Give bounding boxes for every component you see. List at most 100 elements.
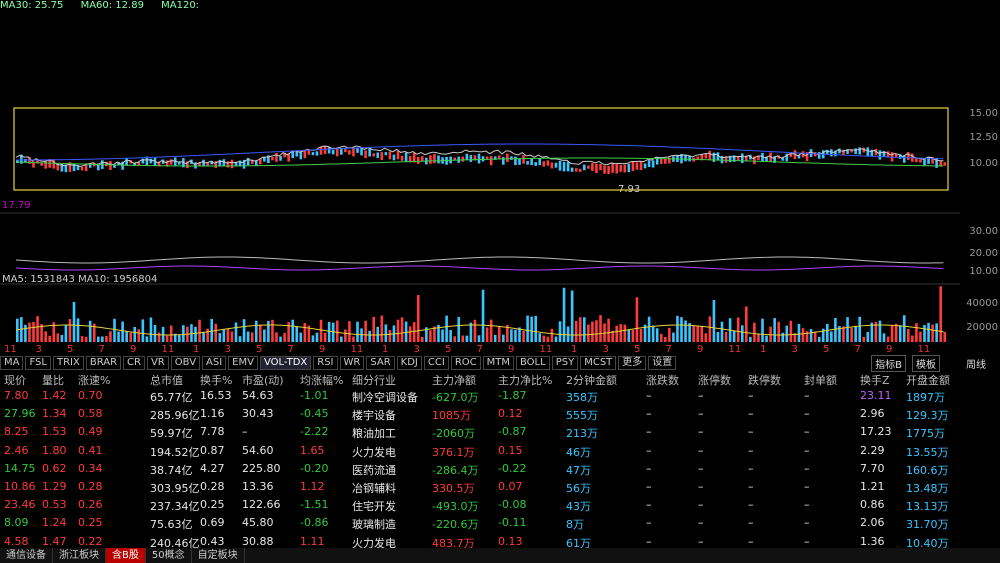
volume-bar	[745, 306, 748, 342]
col-header[interactable]: 开盘金额	[906, 372, 950, 388]
volume-bar	[530, 316, 533, 342]
volume-bar	[749, 336, 752, 342]
col-header[interactable]: 现价	[4, 372, 26, 388]
candle	[591, 163, 594, 172]
tab-rsi[interactable]: RSI	[313, 356, 338, 370]
table-row[interactable]: 7.80 1.42 0.70 65.77亿 16.53 54.63 -1.01 制冷空调设备 -…	[0, 389, 1000, 407]
candle	[830, 149, 833, 157]
col-header[interactable]: 跌停数	[748, 372, 781, 388]
volume-bar	[655, 328, 659, 342]
cell-pe: 45.80	[242, 516, 274, 530]
volume-bar	[113, 318, 116, 342]
indicator-b-button[interactable]: 指标B	[871, 355, 906, 372]
tab-设置[interactable]: 设置	[648, 356, 677, 370]
volume-bar	[64, 324, 68, 342]
table-row[interactable]: 8.09 1.24 0.25 75.63亿 0.69 45.80 -0.86 玻璃制造 -220…	[0, 516, 1000, 534]
candle	[643, 163, 647, 169]
volume-bar	[80, 336, 84, 342]
candle	[510, 156, 513, 160]
bottom-tab[interactable]: 含B股	[106, 548, 146, 563]
tab-sar[interactable]: SAR	[366, 356, 395, 370]
volume-bar	[335, 320, 339, 342]
table-row[interactable]: 10.86 1.29 0.28 303.95亿 0.28 13.36 1.12 冶钢辅料 330…	[0, 480, 1000, 498]
tab-更多[interactable]: 更多	[618, 356, 647, 370]
axis-osc-1: 30.00	[969, 226, 998, 237]
bottom-tab[interactable]: 自定板块	[192, 548, 245, 563]
tab-vr[interactable]: VR	[146, 356, 169, 370]
volume-bar	[740, 325, 744, 342]
candle	[740, 153, 744, 164]
col-header[interactable]: 均涨幅%	[300, 372, 343, 388]
month-tick: 11	[4, 344, 17, 355]
tab-cci[interactable]: CCI	[423, 356, 449, 370]
cell-turn: 0.25	[200, 498, 225, 512]
cell-pe: –	[242, 425, 248, 439]
tab-roc[interactable]: ROC	[450, 356, 481, 370]
col-header[interactable]: 涨停数	[698, 372, 731, 388]
bottom-tab[interactable]: 50概念	[146, 548, 192, 563]
candle	[109, 161, 112, 170]
tab-kdj[interactable]: KDJ	[396, 356, 422, 370]
volume-bar	[854, 326, 857, 342]
table-row[interactable]: 2.46 1.80 0.41 194.52亿 0.87 54.60 1.65 火力发电 376.…	[0, 444, 1000, 462]
bottom-tab[interactable]: 通信设备	[0, 548, 53, 563]
month-tick: 11	[161, 344, 175, 355]
cell-price: 7.80	[4, 389, 29, 402]
tab-wr[interactable]: WR	[339, 356, 365, 370]
col-header[interactable]: 涨速%	[78, 372, 110, 388]
tab-boll[interactable]: BOLL	[516, 356, 550, 370]
table-row[interactable]: 23.46 0.53 0.26 237.34亿 0.25 122.66 -1.51 住宅开发 -…	[0, 498, 1000, 516]
template-button[interactable]: 模板	[912, 355, 940, 372]
weekly-button[interactable]: 周线	[966, 356, 986, 371]
volume-bar	[117, 331, 120, 342]
kline-chart[interactable]	[0, 12, 960, 352]
tab-mcst[interactable]: MCST	[580, 356, 617, 370]
tab-emv[interactable]: EMV	[228, 356, 258, 370]
tab-asi[interactable]: ASI	[202, 356, 227, 370]
volume-bar	[668, 327, 671, 342]
col-header[interactable]: 封单额	[804, 372, 837, 388]
volume-bar	[408, 326, 412, 342]
candle	[331, 149, 335, 155]
cell-open: 13.48万	[906, 482, 949, 495]
tab-fsl[interactable]: FSL	[25, 356, 51, 370]
cell-turn: 0.28	[200, 480, 225, 493]
tab-psy[interactable]: PSY	[551, 356, 579, 370]
cell-avg: 1.11	[300, 534, 325, 548]
tab-cr[interactable]: CR	[123, 356, 145, 370]
volume-bar	[692, 325, 695, 342]
tab-trix[interactable]: TRIX	[52, 356, 84, 370]
tab-ma[interactable]: MA	[0, 356, 24, 370]
volume-bar	[797, 323, 801, 342]
col-header[interactable]: 换手%	[200, 372, 232, 388]
col-header[interactable]: 量比	[42, 372, 64, 388]
volume-bar	[263, 329, 266, 342]
tab-obv[interactable]: OBV	[170, 356, 201, 370]
candle	[497, 155, 501, 159]
volume-bar	[36, 316, 39, 342]
col-header[interactable]: 涨跌数	[646, 372, 679, 388]
volume-bar	[477, 335, 481, 342]
table-row[interactable]: 14.75 0.62 0.34 38.74亿 4.27 225.80 -0.20 医药流通 -2…	[0, 462, 1000, 480]
volume-bar	[651, 325, 655, 342]
col-header[interactable]: 细分行业	[352, 372, 396, 388]
tab-mtm[interactable]: MTM	[482, 356, 514, 370]
col-header[interactable]: 主力净比%	[498, 372, 552, 388]
tab-vol-tdx[interactable]: VOL-TDX	[259, 356, 312, 370]
table-row[interactable]: 8.25 1.53 0.49 59.97亿 7.78 – -2.22 粮油加工 -2060万 -0…	[0, 425, 1000, 443]
cell-lu: –	[698, 480, 704, 493]
volume-bar	[384, 324, 388, 342]
col-header[interactable]: 换手Z	[860, 372, 890, 388]
cell-vr: 1.29	[42, 480, 67, 493]
table-row[interactable]: 27.96 1.34 0.58 285.96亿 1.16 30.43 -0.45 楼宇设备 10…	[0, 407, 1000, 425]
col-header[interactable]: 总市值	[150, 372, 183, 388]
tab-brar[interactable]: BRAR	[85, 356, 122, 370]
candle	[696, 156, 699, 160]
col-header[interactable]: 2分钟金额	[566, 372, 617, 388]
cell-lu: –	[698, 425, 704, 439]
col-header[interactable]: 市盈(动)	[242, 372, 284, 388]
bottom-tab[interactable]: 浙江板块	[53, 548, 106, 563]
col-header[interactable]: 主力净额	[432, 372, 476, 388]
candle	[878, 150, 882, 160]
volume-bar	[206, 328, 209, 342]
